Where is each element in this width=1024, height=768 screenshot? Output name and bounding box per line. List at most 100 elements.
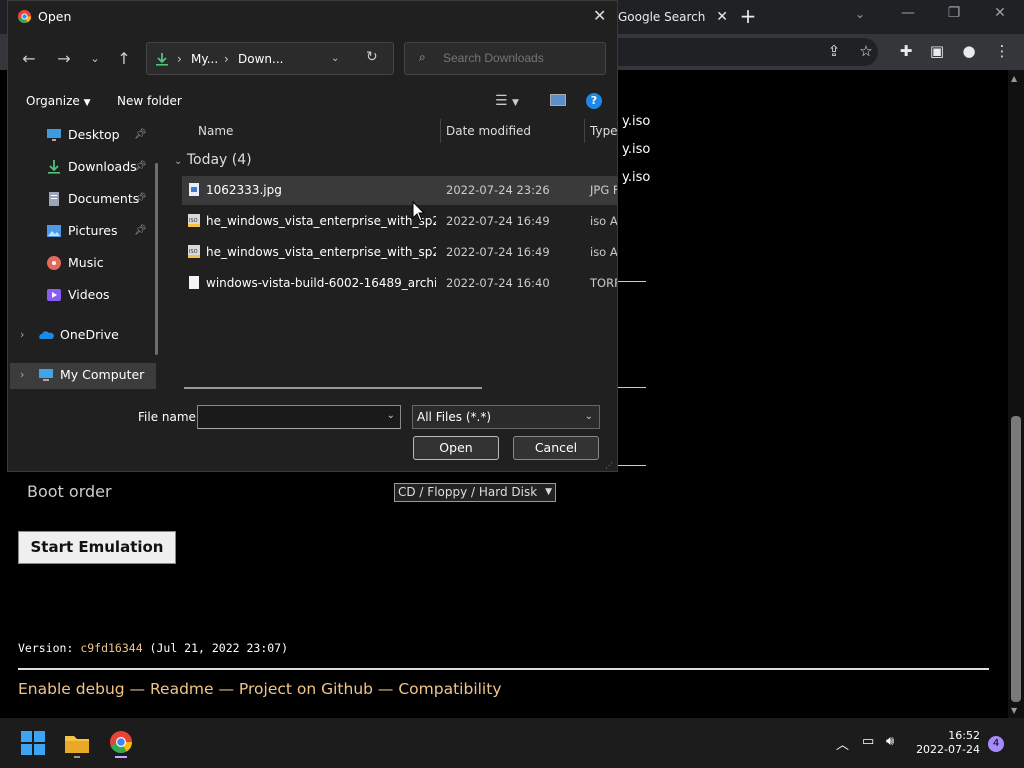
- file-row[interactable]: ISO he_windows_vista_enterprise_with_sp2_…: [182, 207, 617, 236]
- group-header-today[interactable]: ⌄ Today (4): [174, 152, 252, 168]
- chevron-right-icon: ›: [177, 52, 182, 66]
- new-folder-button[interactable]: New folder: [117, 94, 182, 108]
- bookmark-star-icon[interactable]: ☆: [856, 42, 876, 60]
- boot-order-select[interactable]: CD / Floppy / Hard Disk ▼: [394, 483, 556, 502]
- nav-item-downloads[interactable]: Downloads 📌︎: [8, 155, 154, 179]
- nav-item-my-computer[interactable]: › My Computer: [8, 363, 154, 387]
- nav-pane-scrollbar[interactable]: [155, 163, 158, 355]
- profile-icon[interactable]: ●: [959, 42, 979, 60]
- chevron-up-icon[interactable]: ︿: [836, 734, 849, 753]
- file-row[interactable]: windows-vista-build-6002-16489_archive..…: [182, 269, 617, 298]
- scrollbar-thumb[interactable]: [1011, 416, 1021, 702]
- volume-icon[interactable]: 🔊︎: [886, 734, 894, 749]
- help-icon[interactable]: ?: [586, 93, 602, 109]
- enable-debug-link[interactable]: Enable debug: [18, 680, 125, 698]
- column-header-date[interactable]: Date modified: [446, 124, 531, 138]
- file-name: windows-vista-build-6002-16489_archive..…: [206, 276, 436, 290]
- chrome-icon[interactable]: [104, 726, 138, 760]
- start-emulation-button[interactable]: Start Emulation: [18, 531, 176, 564]
- chevron-down-icon: ▼: [545, 487, 552, 497]
- scroll-up-icon[interactable]: ▲: [1011, 74, 1017, 83]
- chevron-down-icon: ⌄: [174, 156, 183, 167]
- side-panel-icon[interactable]: ▣: [927, 42, 947, 60]
- chevron-right-icon[interactable]: ›: [20, 323, 24, 347]
- file-name-input[interactable]: ⌄: [197, 405, 401, 429]
- page-scrollbar[interactable]: ▲ ▼: [1008, 70, 1024, 718]
- readme-link[interactable]: Readme: [150, 680, 214, 698]
- chevron-down-icon[interactable]: ⌄: [387, 410, 395, 421]
- cancel-button[interactable]: Cancel: [513, 436, 599, 460]
- command-bar: Organize ▼ New folder ☰ ▼ ?: [8, 88, 617, 116]
- dialog-titlebar: Open ✕: [8, 1, 617, 33]
- file-type: JPG F: [590, 183, 617, 197]
- extensions-icon[interactable]: ✚: [896, 42, 916, 60]
- computer-icon: [39, 369, 53, 381]
- file-explorer-icon[interactable]: [60, 726, 94, 760]
- search-input[interactable]: [443, 51, 601, 65]
- file-row[interactable]: 1062333.jpg 2022-07-24 23:26 JPG F: [182, 176, 617, 205]
- tab-close-icon[interactable]: ✕: [716, 4, 728, 30]
- column-divider[interactable]: [584, 119, 585, 143]
- refresh-icon[interactable]: ↻: [366, 49, 378, 65]
- footer-divider: [18, 668, 989, 670]
- nav-item-music[interactable]: Music: [8, 251, 154, 275]
- clock[interactable]: 16:52 2022-07-24: [900, 729, 980, 757]
- back-arrow-icon[interactable]: ←: [20, 49, 38, 68]
- nav-item-label: Music: [68, 255, 104, 270]
- view-options-icon[interactable]: ☰ ▼: [495, 93, 519, 109]
- preview-pane-icon[interactable]: [550, 94, 566, 106]
- column-divider[interactable]: [440, 119, 441, 143]
- nav-item-videos[interactable]: Videos: [8, 283, 154, 307]
- file-icon: [189, 276, 199, 289]
- search-icon: ⌕: [419, 50, 426, 64]
- downloads-icon: [48, 160, 60, 174]
- nav-item-label: Documents: [68, 191, 140, 206]
- resize-grip-icon[interactable]: ⋰: [605, 461, 613, 470]
- file-type: TORR: [590, 276, 617, 290]
- browser-tab[interactable]: Google Search ✕: [610, 4, 728, 32]
- chevron-down-icon: ⌄: [584, 411, 593, 422]
- mouse-cursor-icon: [412, 201, 426, 222]
- horizontal-scrollbar[interactable]: [184, 387, 482, 389]
- open-button[interactable]: Open: [413, 436, 499, 460]
- nav-item-pictures[interactable]: Pictures 📌︎: [8, 219, 154, 243]
- pin-icon: 📌︎: [134, 193, 147, 204]
- clock-date: 2022-07-24: [916, 743, 980, 756]
- window-close-button[interactable]: ✕: [985, 5, 1015, 21]
- nav-item-onedrive[interactable]: › OneDrive: [8, 323, 154, 347]
- github-link[interactable]: Project on Github: [239, 680, 373, 698]
- recent-locations-icon[interactable]: ⌄: [86, 52, 104, 65]
- file-row[interactable]: ISO he_windows_vista_enterprise_with_sp2_…: [182, 238, 617, 267]
- scroll-down-icon[interactable]: ▼: [1011, 706, 1017, 715]
- search-box[interactable]: ⌕: [404, 42, 606, 75]
- pin-icon: 📌︎: [134, 161, 147, 172]
- network-icon[interactable]: ▭: [862, 734, 874, 749]
- file-name: 1062333.jpg: [206, 183, 282, 197]
- nav-item-documents[interactable]: Documents 📌︎: [8, 187, 154, 211]
- minimize-button[interactable]: —: [893, 5, 923, 21]
- compatibility-link[interactable]: Compatibility: [398, 680, 501, 698]
- chevron-down-icon[interactable]: ⌄: [331, 53, 339, 64]
- column-header-type[interactable]: Type: [590, 124, 617, 138]
- chevron-down-icon[interactable]: ⌄: [855, 7, 865, 21]
- breadcrumb-item[interactable]: Down...: [238, 52, 283, 66]
- menu-icon[interactable]: ⋮: [992, 42, 1012, 60]
- file-name: he_windows_vista_enterprise_with_sp2_x..…: [206, 214, 436, 228]
- dialog-close-icon[interactable]: ✕: [593, 6, 606, 25]
- new-tab-button[interactable]: +: [738, 5, 758, 29]
- breadcrumb-item[interactable]: My...: [191, 52, 218, 66]
- notification-badge[interactable]: 4: [988, 736, 1004, 752]
- forward-arrow-icon[interactable]: →: [55, 49, 73, 68]
- up-arrow-icon[interactable]: ↑: [115, 49, 133, 68]
- windows-start-icon[interactable]: [16, 726, 50, 760]
- svg-text:ISO: ISO: [189, 218, 198, 224]
- column-header-name[interactable]: Name: [198, 124, 233, 138]
- version-hash-link[interactable]: c9fd16344: [80, 641, 142, 655]
- file-type-select[interactable]: All Files (*.*) ⌄: [412, 405, 600, 429]
- address-breadcrumb[interactable]: › My... › Down... ⌄ ↻: [146, 42, 394, 75]
- nav-item-desktop[interactable]: Desktop 📌︎: [8, 123, 154, 147]
- organize-button[interactable]: Organize ▼: [26, 94, 91, 108]
- share-icon[interactable]: ⇪: [824, 42, 844, 60]
- restore-button[interactable]: ❐: [939, 5, 969, 21]
- chevron-right-icon[interactable]: ›: [20, 363, 24, 387]
